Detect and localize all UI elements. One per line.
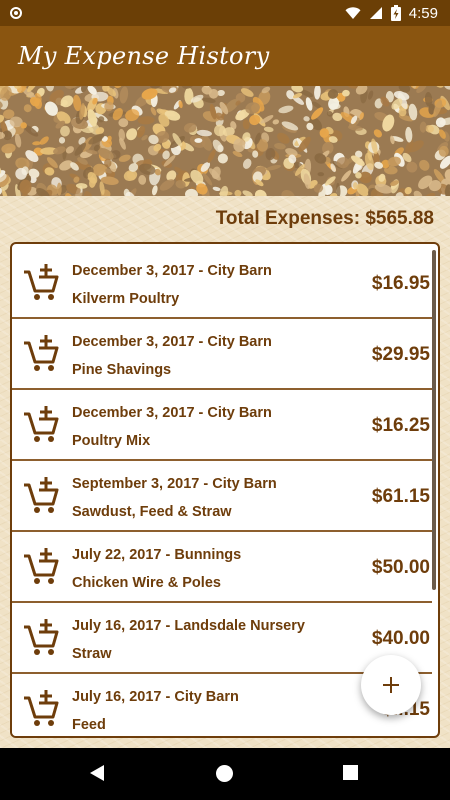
add-expense-button[interactable] — [361, 655, 421, 715]
expense-description: Chicken Wire & Poles — [72, 575, 221, 591]
app-bar: My Expense History — [0, 26, 450, 86]
expense-list-item[interactable]: September 3, 2017 - City Barn Sawdust, Fe… — [12, 462, 432, 532]
status-left — [10, 7, 22, 19]
expense-date-vendor: July 22, 2017 - Bunnings — [72, 547, 242, 563]
plus-icon — [383, 677, 399, 693]
status-time: 4:59 — [408, 4, 438, 22]
add-shopping-cart-icon — [24, 548, 59, 584]
battery-charging-icon — [390, 5, 401, 21]
expense-description: Pine Shavings — [72, 362, 172, 378]
expense-description: Poultry Mix — [72, 433, 151, 449]
expense-date-vendor: December 3, 2017 - City Barn — [72, 405, 272, 421]
expense-amount: $16.95 — [371, 273, 430, 294]
expense-date-vendor: July 16, 2017 - Landsdale Nursery — [72, 618, 305, 634]
expense-description: Sawdust, Feed & Straw — [72, 504, 232, 520]
status-right: 4:59 — [345, 5, 438, 22]
expense-date-vendor: December 3, 2017 - City Barn — [72, 263, 272, 279]
header-grain-image — [0, 86, 450, 196]
back-icon[interactable] — [88, 764, 106, 782]
expense-list-item[interactable]: December 3, 2017 - City Barn Kilverm Poul… — [12, 249, 432, 319]
app-title: My Expense History — [18, 42, 270, 70]
expense-date-vendor: July 16, 2017 - City Barn — [72, 689, 239, 705]
expense-description: Kilverm Poultry — [72, 291, 180, 307]
expense-description: Straw — [72, 646, 112, 662]
total-expenses: Total Expenses: $565.88 — [215, 208, 434, 229]
expense-amount: $50.00 — [371, 557, 430, 578]
home-icon[interactable] — [216, 765, 233, 782]
notification-circle-icon — [10, 7, 22, 19]
add-shopping-cart-icon — [24, 477, 59, 513]
expense-list-item[interactable]: July 22, 2017 - Bunnings Chicken Wire & P… — [12, 533, 432, 603]
expense-list-item[interactable]: December 3, 2017 - City Barn Poultry Mix $… — [12, 391, 432, 461]
add-shopping-cart-icon — [24, 619, 59, 655]
expense-amount: $40.00 — [371, 628, 430, 649]
recent-apps-icon[interactable] — [343, 765, 358, 780]
grain-texture — [0, 86, 450, 196]
expense-amount: $29.95 — [371, 344, 430, 365]
add-shopping-cart-icon — [24, 406, 59, 442]
add-shopping-cart-icon — [24, 690, 59, 726]
expense-amount: $61.15 — [371, 486, 430, 507]
wifi-icon — [345, 6, 361, 19]
scrollbar[interactable] — [432, 250, 436, 590]
expense-list-item[interactable]: December 3, 2017 - City Barn Pine Shaving… — [12, 320, 432, 390]
expense-date-vendor: September 3, 2017 - City Barn — [72, 476, 277, 492]
expense-description: Feed — [72, 717, 106, 733]
add-shopping-cart-icon — [24, 335, 59, 371]
navigation-bar — [0, 748, 450, 800]
expense-date-vendor: December 3, 2017 - City Barn — [72, 334, 272, 350]
signal-icon — [369, 7, 382, 19]
add-shopping-cart-icon — [24, 264, 59, 300]
expense-amount: $16.25 — [371, 415, 430, 436]
status-bar: 4:59 — [0, 0, 450, 26]
